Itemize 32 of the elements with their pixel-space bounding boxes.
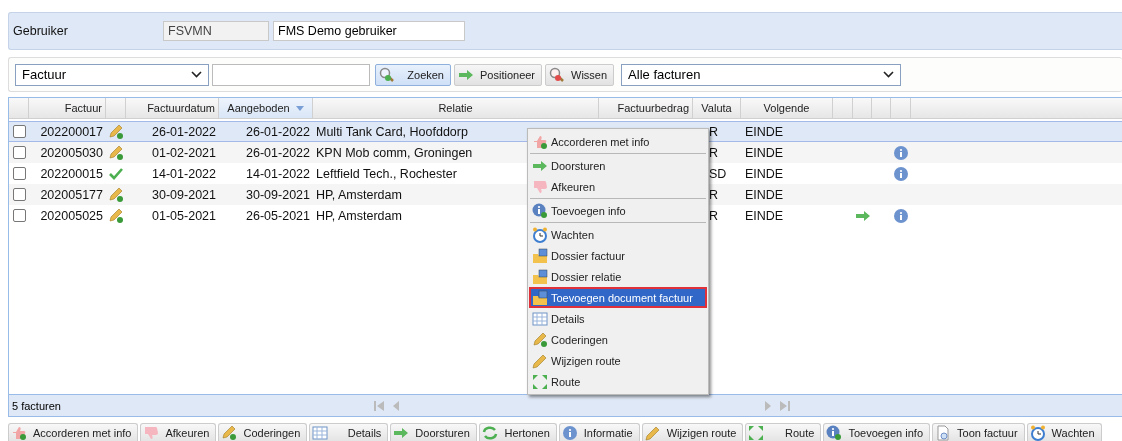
table-cell-text: 14-01-2022 [245, 165, 311, 183]
table-cell-text: 30-09-2021 [245, 186, 311, 204]
table-cell-text: 202005177 [39, 186, 104, 204]
table-cell-text: 202005025 [39, 207, 104, 225]
table-cell-text: 26-01-2022 [245, 144, 311, 162]
table-cell-text: 202200015 [39, 165, 104, 183]
table-cell: HP, Amsterdam [316, 208, 402, 223]
table-cell-text: 202200017 [39, 123, 104, 141]
field-label: Gebruiker [13, 24, 69, 38]
table-cell-text: 202005030 [39, 144, 104, 162]
table-cell: KPN Mob comm, Groningen [316, 145, 473, 160]
table-cell: Leftfield Tech., Rochester [316, 166, 457, 181]
table-cell-text: R [708, 123, 720, 141]
table-cell-text: EINDE [744, 165, 785, 183]
table-cell-text: 26-01-2022 [151, 123, 217, 141]
table-cell-text: 01-05-2021 [151, 207, 217, 225]
table-cell: Multi Tank Card, Hoofddorp [316, 124, 468, 139]
table-cell-text: R [708, 144, 720, 162]
table-cell: HP, Amsterdam [316, 187, 402, 202]
table-cell-text: R [708, 207, 720, 225]
table-cell-text: 30-09-2021 [151, 186, 217, 204]
table-cell-text: 14-01-2022 [151, 165, 217, 183]
table-cell-text: 01-02-2021 [151, 144, 217, 162]
table-cell-text: 26-01-2022 [245, 123, 311, 141]
table-cell-text: R [708, 186, 720, 204]
table-cell-text: EINDE [744, 186, 785, 204]
table-cell-text: EINDE [744, 123, 785, 141]
table-cell-text: SD [708, 165, 728, 183]
table-cell-text: 26-05-2021 [245, 207, 311, 225]
table-cell-text: EINDE [744, 144, 785, 162]
record-count: 5 facturen [12, 399, 62, 412]
table-cell-text: EINDE [744, 207, 785, 225]
